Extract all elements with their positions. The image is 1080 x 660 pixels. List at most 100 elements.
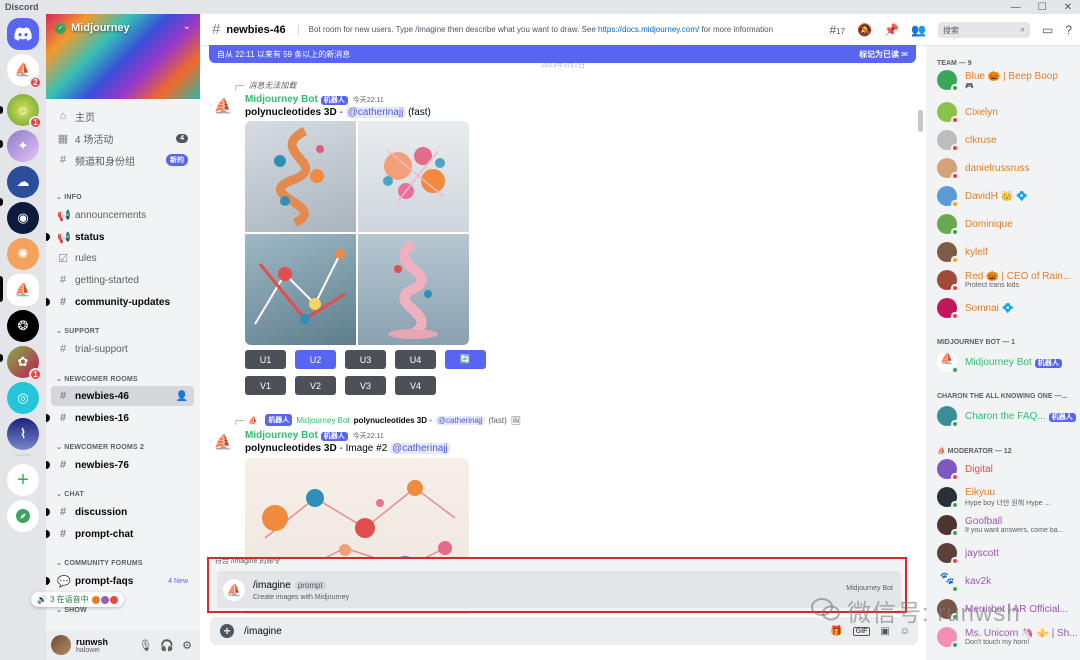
server-avatar2-icon[interactable]: ✿ 1 bbox=[7, 346, 42, 381]
events-item[interactable]: ▦ 4 场活动 4 bbox=[51, 128, 194, 148]
u4-button[interactable]: U4 bbox=[395, 350, 436, 369]
bot-avatar[interactable]: ⛵ bbox=[210, 93, 236, 119]
home-item[interactable]: ⌂ 主页 bbox=[51, 106, 194, 126]
v1-button[interactable]: V1 bbox=[245, 376, 286, 395]
category-community-forums[interactable]: ⌄ COMMUNITY FORUMS bbox=[56, 559, 143, 567]
server-ring-icon[interactable]: ◎ bbox=[7, 382, 39, 414]
command-imagine-item[interactable]: ⛵ /imagine prompt Create images with Midj… bbox=[217, 571, 901, 608]
v4-button[interactable]: V4 bbox=[395, 376, 436, 395]
discord-home-icon[interactable] bbox=[7, 18, 39, 50]
members-icon[interactable]: 👥 bbox=[911, 23, 926, 37]
member-item[interactable]: Charon the FAQ... 机器人 bbox=[937, 404, 1080, 428]
add-server-icon[interactable]: + bbox=[7, 464, 39, 496]
maximize-button[interactable]: ☐ bbox=[1038, 2, 1047, 13]
gear-icon[interactable]: ⚙ bbox=[182, 639, 192, 652]
member-item[interactable]: Digital bbox=[937, 457, 1080, 481]
u1-button[interactable]: U1 bbox=[245, 350, 286, 369]
bot-avatar[interactable]: ⛵ bbox=[210, 429, 236, 455]
grid-image-1[interactable] bbox=[245, 121, 356, 232]
channel-newbies-76[interactable]: # newbies-76 bbox=[51, 455, 194, 475]
grid-image-3[interactable] bbox=[245, 234, 356, 345]
server-avatar-icon[interactable]: ☺ 1 bbox=[7, 94, 42, 129]
channel-newbies-46[interactable]: # newbies-46 👤 bbox=[51, 386, 194, 406]
member-item[interactable]: Dominique bbox=[937, 212, 1080, 236]
server-tower-icon[interactable]: ⌇ bbox=[7, 418, 39, 450]
v2-button[interactable]: V2 bbox=[295, 376, 336, 395]
category-newcomer-rooms-2[interactable]: ⌄ NEWCOMER ROOMS 2 bbox=[56, 443, 144, 451]
channel-prompt-chat[interactable]: # prompt-chat bbox=[51, 524, 194, 544]
server-cloud-icon[interactable]: ☁ bbox=[7, 166, 39, 198]
member-item[interactable]: jayscott bbox=[937, 541, 1080, 565]
channel-status[interactable]: 📢 status bbox=[51, 227, 194, 247]
image-grid[interactable] bbox=[245, 121, 469, 345]
category-newcomer-rooms[interactable]: ⌄ NEWCOMER ROOMS bbox=[56, 375, 138, 383]
grid-image-4[interactable] bbox=[358, 234, 469, 345]
server-midjourney-icon[interactable]: ⛵ 2 bbox=[7, 54, 42, 89]
member-item[interactable]: Red 🎃 | CEO of Rain... Protect trans kids bbox=[937, 268, 1080, 292]
mark-read-button[interactable]: 标记为已读 ✉ bbox=[859, 49, 908, 60]
server-spiral-icon[interactable]: ✺ bbox=[7, 238, 39, 270]
pin-icon[interactable]: 📌 bbox=[884, 23, 899, 37]
author-name[interactable]: Midjourney Bot bbox=[245, 94, 318, 105]
minimize-button[interactable]: — bbox=[1011, 2, 1021, 13]
server-anime-icon[interactable]: ✦ bbox=[7, 130, 39, 162]
member-item[interactable]: danielrussruss bbox=[937, 156, 1080, 180]
avatar[interactable] bbox=[51, 635, 71, 655]
reroll-button[interactable]: 🔄 bbox=[445, 350, 486, 369]
member-item[interactable]: Cixelyn bbox=[937, 100, 1080, 124]
help-icon[interactable]: ? bbox=[1065, 23, 1072, 37]
channel-discussion[interactable]: # discussion bbox=[51, 502, 194, 522]
member-item[interactable]: ⛵ Midjourney Bot 机器人 bbox=[937, 350, 1080, 374]
scrollbar[interactable] bbox=[918, 110, 923, 132]
u2-button[interactable]: U2 bbox=[295, 350, 336, 369]
user-mention[interactable]: @catherinajj bbox=[435, 415, 485, 425]
channel-trial-support[interactable]: # trial-support bbox=[51, 339, 194, 359]
user-mention[interactable]: @catherinajj bbox=[345, 107, 406, 118]
member-item[interactable]: clkruse bbox=[937, 128, 1080, 152]
microphone-icon[interactable]: 🎙 bbox=[138, 639, 152, 652]
explore-servers-icon[interactable] bbox=[7, 500, 39, 532]
v3-button[interactable]: V3 bbox=[345, 376, 386, 395]
server-banner[interactable]: ✓ Midjourney ⌄ bbox=[46, 14, 200, 99]
author-name[interactable]: Midjourney Bot bbox=[245, 430, 318, 441]
user-mention[interactable]: @catherinajj bbox=[390, 443, 450, 454]
reply-preview[interactable]: ┌─ 消息无法加载 bbox=[233, 80, 296, 91]
attach-plus-icon[interactable]: + bbox=[220, 624, 234, 638]
new-messages-bar[interactable]: 自从 22:11 以来有 59 条以上的新消息 标记为已读 ✉ bbox=[209, 45, 916, 63]
close-window-button[interactable]: ✕ bbox=[1064, 2, 1072, 13]
channel-rules[interactable]: ☑ rules bbox=[51, 248, 194, 268]
channel-newbies-16[interactable]: # newbies-16 bbox=[51, 408, 194, 428]
chevron-down-icon[interactable]: ⌄ bbox=[183, 21, 191, 32]
member-item[interactable]: Goofball If you want answers, come ba... bbox=[937, 513, 1080, 537]
member-item[interactable]: DavidH 👑 💠 bbox=[937, 184, 1080, 208]
threads-icon[interactable]: #17 bbox=[830, 23, 846, 37]
docs-link[interactable]: https://docs.midjourney.com/ bbox=[598, 25, 699, 34]
category-show[interactable]: ⌄ SHOW bbox=[56, 606, 87, 614]
mute-bell-icon[interactable]: 🔕 bbox=[857, 23, 872, 37]
avatar bbox=[937, 487, 959, 509]
reply-preview[interactable]: ┌─ ⛵ 机器人 Midjourney Bot polynucleotides … bbox=[233, 414, 521, 426]
member-item[interactable]: kylelf bbox=[937, 240, 1080, 264]
server-eye-icon[interactable]: ◉ bbox=[7, 202, 39, 234]
member-item[interactable]: Blue 🎃 | Beep Boop 🎮 bbox=[937, 68, 1080, 92]
channel-announcements[interactable]: 📢 announcements bbox=[51, 205, 194, 225]
category-info[interactable]: ⌄ INFO bbox=[56, 193, 82, 201]
category-chat[interactable]: ⌄ CHAT bbox=[56, 490, 84, 498]
voice-activity-popup[interactable]: 🔊 3 在语音中 bbox=[31, 592, 124, 607]
channel-getting-started[interactable]: # getting-started bbox=[51, 270, 194, 290]
channel-prompt-faqs[interactable]: 💬 prompt-faqs 4 New bbox=[51, 571, 194, 591]
grid-image-2[interactable] bbox=[358, 121, 469, 232]
server-midjourney-active-icon[interactable]: ⛵ bbox=[7, 274, 39, 306]
message-input[interactable]: /imagine bbox=[244, 626, 282, 637]
add-member-icon[interactable]: 👤 bbox=[176, 391, 188, 402]
channel-community-updates[interactable]: # community-updates bbox=[51, 292, 194, 312]
member-item[interactable]: Eikyuu Hype boy 너만 원해 Hype ... bbox=[937, 485, 1080, 509]
inbox-icon[interactable]: ▭ bbox=[1042, 23, 1053, 37]
member-item[interactable]: Somnai 💠 bbox=[937, 296, 1080, 320]
headphones-icon[interactable]: 🎧 bbox=[160, 639, 174, 652]
server-openai-icon[interactable]: ❂ bbox=[7, 310, 39, 342]
category-support[interactable]: ⌄ SUPPORT bbox=[56, 327, 99, 335]
search-input[interactable]: 搜索 ⌕ bbox=[937, 22, 1030, 38]
u3-button[interactable]: U3 bbox=[345, 350, 386, 369]
channels-roles-item[interactable]: # 频道和身份组 新的 bbox=[51, 150, 194, 170]
